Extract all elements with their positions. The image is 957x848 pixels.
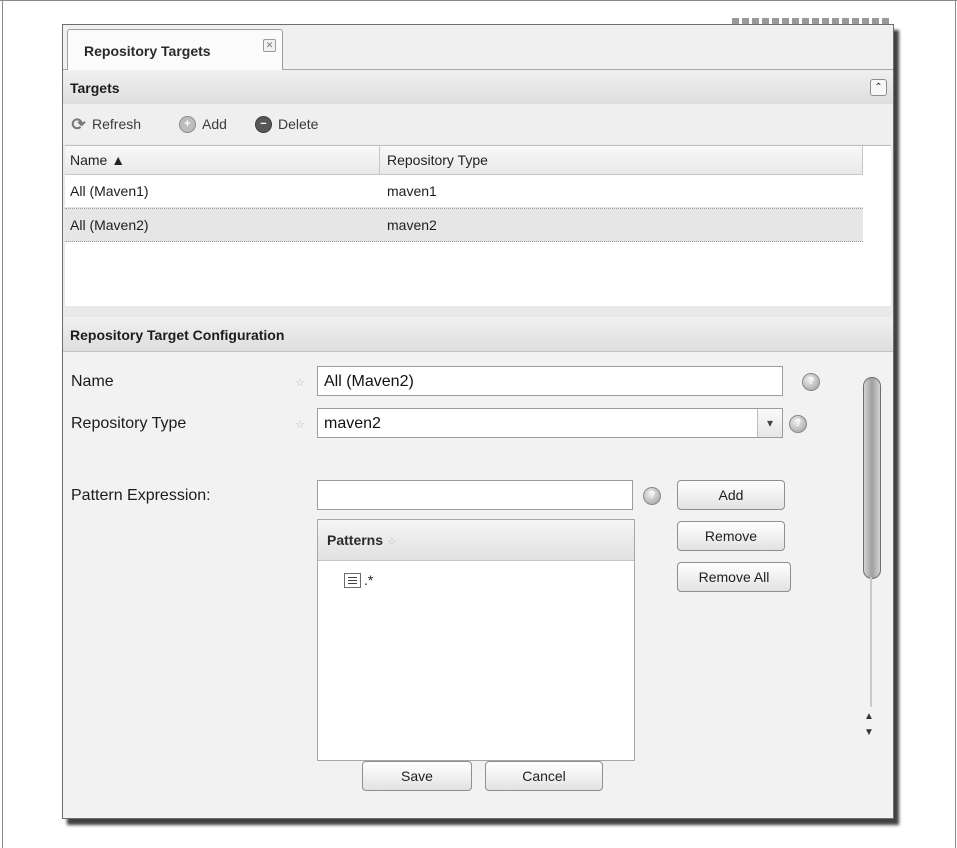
list-item[interactable]: .* — [344, 572, 373, 588]
name-label: Name — [71, 373, 114, 390]
refresh-label: Refresh — [92, 116, 142, 132]
tab-bar: Repository Targets ✕ — [63, 25, 893, 70]
frame-top-border — [0, 0, 957, 1]
column-header-name[interactable]: Name ▲ — [70, 146, 370, 174]
cell-name: All (Maven1) — [70, 183, 149, 199]
refresh-button[interactable]: ⟳ Refresh — [71, 115, 141, 133]
frame-right-border — [955, 0, 956, 848]
required-star-icon: ☆ — [295, 419, 305, 431]
scrollbar-thumb[interactable] — [863, 377, 881, 579]
required-star-icon: ☆ — [295, 377, 305, 389]
pattern-icon — [344, 572, 361, 588]
remove-all-patterns-button[interactable]: Remove All — [677, 562, 791, 592]
column-divider[interactable] — [379, 146, 380, 174]
selected-value: maven2 — [324, 415, 381, 432]
delete-target-button[interactable]: − Delete — [255, 115, 318, 133]
config-panel-header: Repository Target Configuration — [63, 317, 893, 352]
close-icon[interactable]: ✕ — [263, 39, 276, 52]
targets-grid: Name ▲ Repository Type All (Maven1) mave… — [65, 145, 891, 306]
table-row[interactable]: All (Maven1) maven1 — [65, 175, 863, 208]
required-star-icon: ☆ — [386, 536, 397, 548]
grid-header: Name ▲ Repository Type — [65, 146, 863, 175]
scrollbar-rail — [870, 577, 872, 707]
cancel-button[interactable]: Cancel — [485, 761, 603, 791]
panel-title: Targets — [70, 80, 120, 96]
scroll-up-icon[interactable]: ▲ — [864, 711, 874, 722]
repository-type-select[interactable]: maven2 ▾ — [317, 408, 783, 438]
chevron-down-icon[interactable]: ▾ — [757, 409, 782, 437]
name-field[interactable]: All (Maven2) — [317, 366, 783, 396]
add-pattern-button[interactable]: Add — [677, 480, 785, 510]
collapse-icon[interactable]: ⌃ — [870, 79, 887, 96]
refresh-icon: ⟳ — [71, 114, 86, 134]
pattern-expression-field[interactable] — [317, 480, 633, 510]
pattern-value: .* — [364, 572, 374, 588]
remove-pattern-button[interactable]: Remove — [677, 521, 785, 551]
add-icon: + — [179, 115, 196, 133]
repository-type-label: Repository Type — [71, 415, 187, 432]
cell-type: maven2 — [387, 217, 437, 233]
cell-name: All (Maven2) — [70, 217, 149, 233]
cell-type: maven1 — [387, 183, 437, 199]
add-label: Add — [202, 116, 227, 132]
save-button[interactable]: Save — [362, 761, 472, 791]
patterns-list: Patterns ☆ .* — [317, 519, 635, 761]
column-header-repository-type[interactable]: Repository Type — [387, 146, 857, 174]
pattern-expression-label: Pattern Expression: — [71, 487, 211, 504]
patterns-title: Patterns ☆ — [327, 532, 397, 548]
help-icon[interactable]: ? — [802, 373, 820, 391]
frame-left-border — [2, 0, 3, 848]
vertical-scrollbar[interactable]: ▲ ▼ — [863, 367, 881, 742]
tab-repository-targets[interactable]: Repository Targets ✕ — [67, 29, 283, 70]
help-icon[interactable]: ? — [789, 415, 807, 433]
repository-targets-window: Repository Targets ✕ Targets ⌃ ⟳ Refresh… — [62, 24, 894, 819]
column-divider[interactable] — [862, 146, 863, 174]
tab-label: Repository Targets — [84, 43, 211, 59]
panel-title: Repository Target Configuration — [70, 327, 285, 343]
help-icon[interactable]: ? — [643, 487, 661, 505]
patterns-header: Patterns ☆ — [318, 520, 634, 561]
add-target-button[interactable]: + Add — [179, 115, 227, 133]
table-row-selected[interactable]: All (Maven2) maven2 — [65, 208, 863, 242]
delete-label: Delete — [278, 116, 319, 132]
targets-panel-header: Targets ⌃ — [63, 70, 893, 105]
targets-toolbar: ⟳ Refresh + Add − Delete — [63, 104, 893, 144]
delete-icon: − — [255, 115, 272, 133]
scroll-down-icon[interactable]: ▼ — [864, 727, 874, 738]
